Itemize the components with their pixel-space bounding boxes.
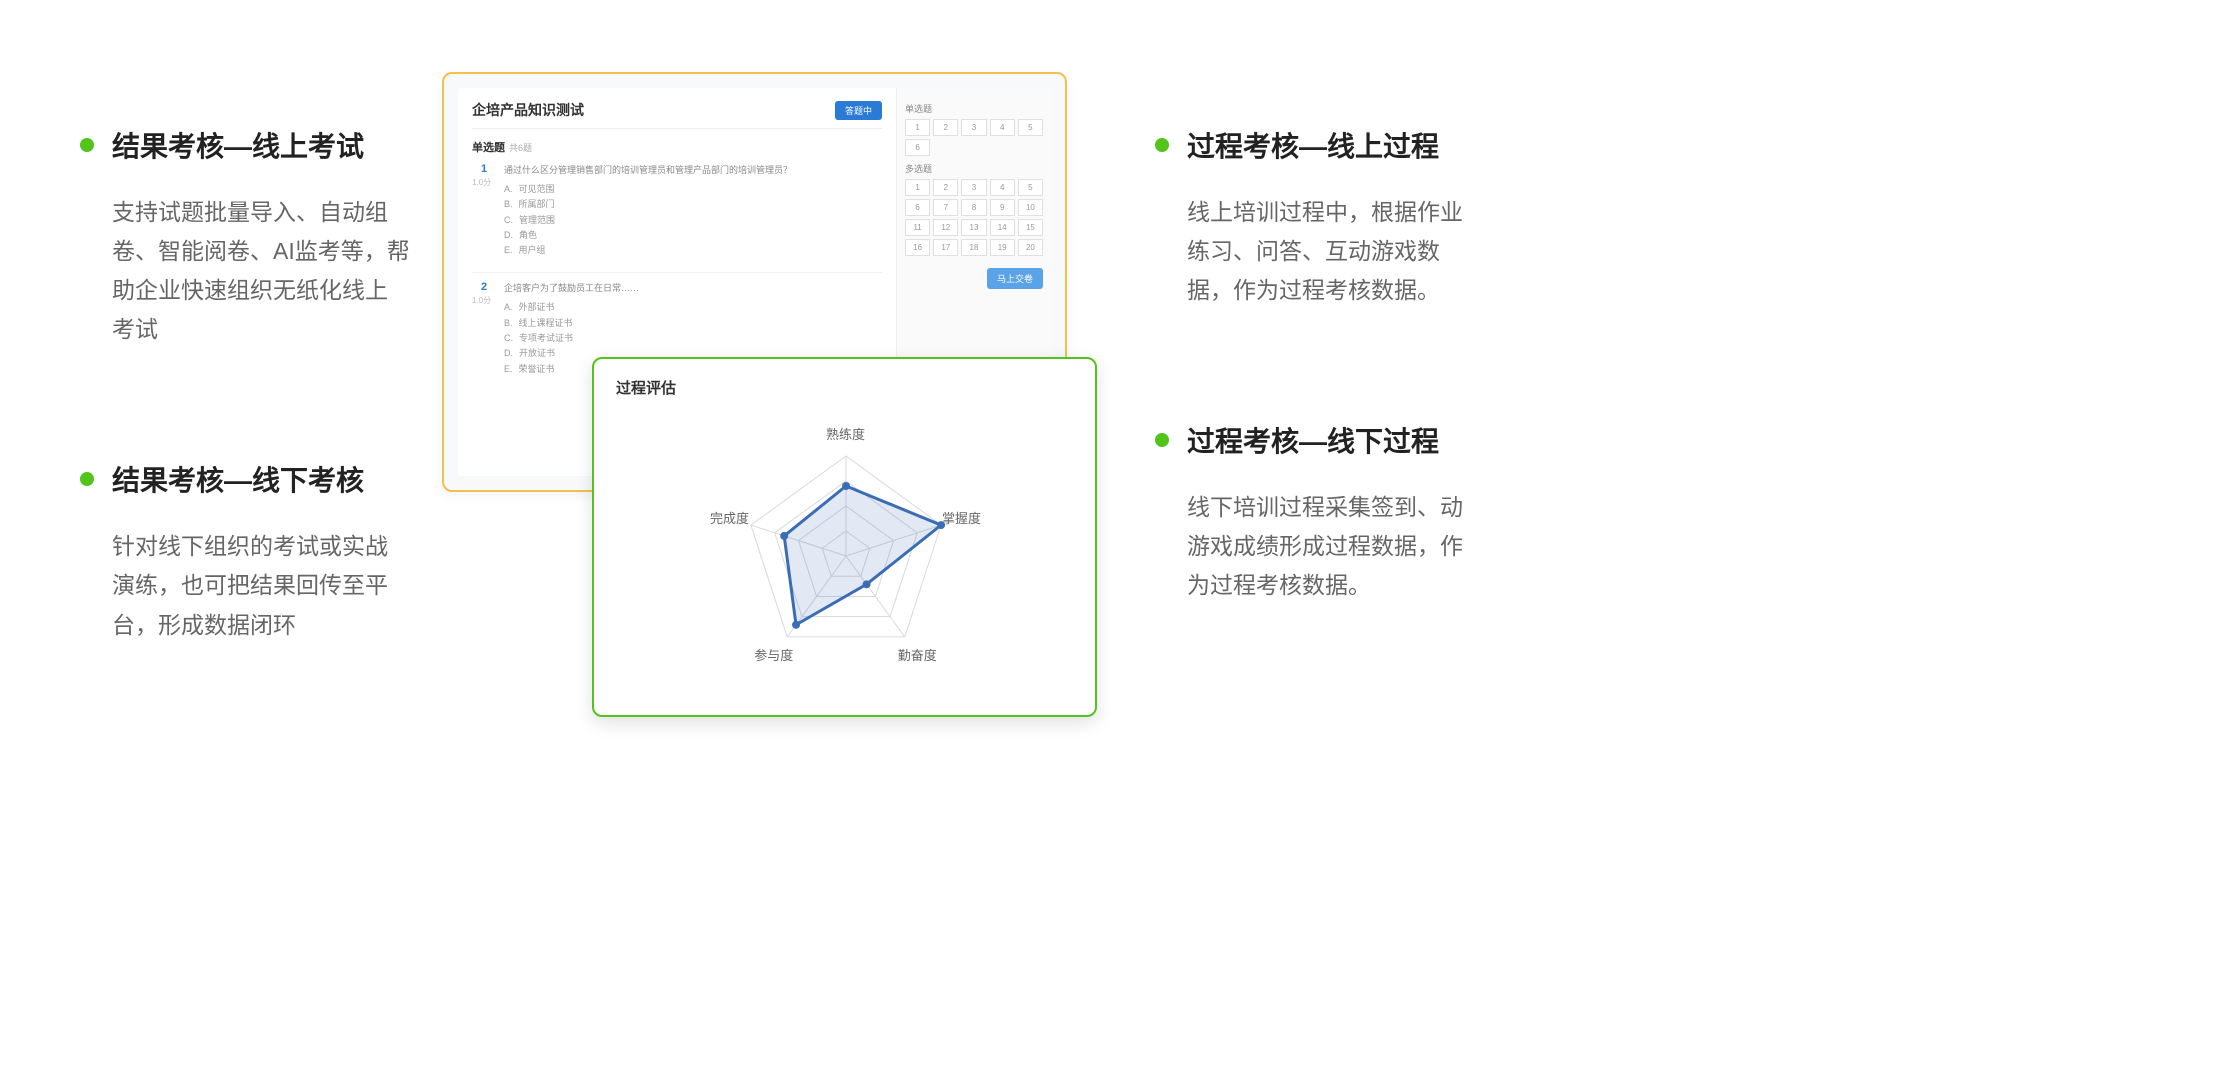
option-label: E. [504,245,513,255]
option-b[interactable]: B. 所属部门 [504,197,882,212]
option-text: 所属部门 [519,199,555,209]
exam-status-badge: 答题中 [835,101,882,120]
nav-cell[interactable]: 18 [961,239,986,256]
feature-title: 结果考核—线下考核 [112,459,364,499]
nav-cell[interactable]: 5 [1018,119,1043,136]
nav-grid-single: 12345 6 [905,119,1043,156]
nav-cell[interactable]: 4 [990,119,1015,136]
nav-cell[interactable]: 4 [990,179,1015,196]
feature-desc: 支持试题批量导入、自动组卷、智能阅卷、AI监考等，帮助企业快速组织无纸化线上考试 [80,193,410,349]
feature-process-online: 过程考核—线上过程 线上培训过程中，根据作业练习、问答、互动游戏数据，作为过程考… [1155,125,1485,310]
nav-cell[interactable]: 2 [933,179,958,196]
right-features-column: 过程考核—线上过程 线上培训过程中，根据作业练习、问答、互动游戏数据，作为过程考… [1155,125,1485,716]
feature-desc: 线下培训过程采集签到、动游戏成绩形成过程数据，作为过程考核数据。 [1155,488,1485,605]
nav-cell[interactable]: 13 [961,219,986,236]
option-c[interactable]: C. 管理范围 [504,213,882,228]
option-c[interactable]: C. 专项考试证书 [504,331,882,346]
option-label: B. [504,318,513,328]
nav-group-title: 单选题 [905,102,1043,115]
nav-cell[interactable]: 5 [1018,179,1043,196]
question-1: 1 1.0分 通过什么区分管理销售部门的培训管理员和管理产品部门的培训管理员？ … [472,163,882,258]
option-text: 专项考试证书 [519,333,573,343]
option-label: D. [504,230,513,240]
nav-cell[interactable]: 14 [990,219,1015,236]
feature-desc: 针对线下组织的考试或实战演练，也可把结果回传至平台，形成数据闭环 [80,527,410,644]
nav-cell[interactable]: 15 [1018,219,1043,236]
section-heading: 单选题共6题 [472,139,882,155]
option-label: B. [504,199,513,209]
exam-title: 企培产品知识测试 [472,100,584,120]
question-score: 1.0分 [472,295,496,306]
nav-cell[interactable]: 1 [905,119,930,136]
option-text: 管理范围 [519,215,555,225]
nav-cell[interactable]: 6 [905,199,930,216]
radar-axis-label: 勤奋度 [898,645,937,664]
nav-cell[interactable]: 3 [961,119,986,136]
option-text: 开放证书 [519,348,555,358]
left-features-column: 结果考核—线上考试 支持试题批量导入、自动组卷、智能阅卷、AI监考等，帮助企业快… [80,125,410,755]
feature-result-online-exam: 结果考核—线上考试 支持试题批量导入、自动组卷、智能阅卷、AI监考等，帮助企业快… [80,125,410,349]
option-text: 用户组 [519,245,546,255]
nav-grid-multi: 1234567891011121314151617181920 [905,179,1043,256]
radar-axis-label: 完成度 [710,508,749,527]
option-text: 可见范围 [519,184,555,194]
option-label: C. [504,215,513,225]
question-text: 通过什么区分管理销售部门的培训管理员和管理产品部门的培训管理员？ [504,163,882,176]
option-text: 线上课程证书 [519,318,573,328]
bullet-dot-icon [1155,433,1169,447]
nav-cell[interactable]: 12 [933,219,958,236]
nav-cell[interactable]: 11 [905,219,930,236]
radar-axis-label: 熟练度 [826,424,865,443]
feature-title: 结果考核—线上考试 [112,125,364,165]
option-text: 角色 [519,230,537,240]
nav-cell[interactable]: 19 [990,239,1015,256]
option-text: 外部证书 [519,302,555,312]
radar-chart: 熟练度掌握度勤奋度 参与度 完成度 [616,406,1073,696]
question-score: 1.0分 [472,177,496,188]
question-number: 1 [472,163,496,175]
section-count: 共6题 [509,143,532,153]
bullet-dot-icon [1155,138,1169,152]
bullet-dot-icon [80,138,94,152]
radar-axis-label: 参与度 [754,645,793,664]
question-number: 2 [472,281,496,293]
feature-title: 过程考核—线下过程 [1187,420,1439,460]
nav-cell[interactable]: 10 [1018,199,1043,216]
radar-svg [616,406,1076,696]
nav-cell[interactable]: 6 [905,139,930,156]
nav-group-title: 多选题 [905,162,1043,175]
option-a[interactable]: A. 可见范围 [504,182,882,197]
option-label: E. [504,364,513,374]
option-label: C. [504,333,513,343]
nav-cell[interactable]: 3 [961,179,986,196]
radar-axis-label: 掌握度 [942,508,981,527]
nav-cell[interactable]: 20 [1018,239,1043,256]
nav-cell[interactable]: 9 [990,199,1015,216]
nav-cell[interactable]: 8 [961,199,986,216]
question-text: 企培客户为了鼓励员工在日常…… [504,281,882,294]
option-d[interactable]: D. 角色 [504,228,882,243]
feature-title: 过程考核—线上过程 [1187,125,1439,165]
option-label: A. [504,302,513,312]
feature-result-offline-exam: 结果考核—线下考核 针对线下组织的考试或实战演练，也可把结果回传至平台，形成数据… [80,459,410,644]
submit-exam-button[interactable]: 马上交卷 [987,268,1043,289]
nav-cell[interactable]: 1 [905,179,930,196]
option-label: A. [504,184,513,194]
radar-title: 过程评估 [616,377,1073,398]
nav-cell[interactable]: 2 [933,119,958,136]
center-screenshot-stack: 企培产品知识测试 答题中 单选题共6题 1 1.0分 通过什么区分管理销售部门 [442,72,1102,732]
nav-cell[interactable]: 7 [933,199,958,216]
option-a[interactable]: A. 外部证书 [504,300,882,315]
option-b[interactable]: B. 线上课程证书 [504,316,882,331]
radar-chart-card: 过程评估 熟练度掌握度勤奋度 参与度 完成度 [592,357,1097,717]
nav-cell[interactable]: 16 [905,239,930,256]
section-label: 单选题 [472,142,505,154]
feature-desc: 线上培训过程中，根据作业练习、问答、互动游戏数据，作为过程考核数据。 [1155,193,1485,310]
option-label: D. [504,348,513,358]
bullet-dot-icon [80,472,94,486]
option-text: 荣誉证书 [519,364,555,374]
option-e[interactable]: E. 用户组 [504,243,882,258]
feature-process-offline: 过程考核—线下过程 线下培训过程采集签到、动游戏成绩形成过程数据，作为过程考核数… [1155,420,1485,605]
nav-cell[interactable]: 17 [933,239,958,256]
